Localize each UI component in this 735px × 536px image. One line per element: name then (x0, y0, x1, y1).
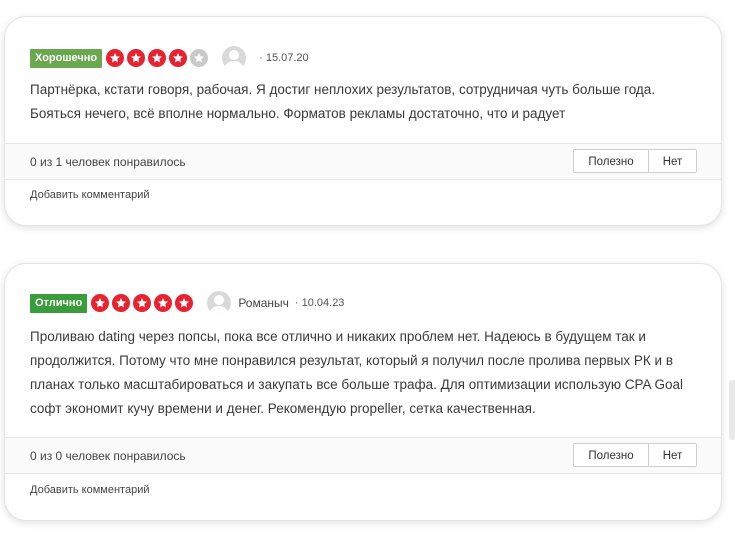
star-icon (154, 294, 173, 312)
vote-buttons: Полезно Нет (573, 443, 697, 467)
helpful-button[interactable]: Полезно (573, 443, 649, 467)
review-date: · 10.04.23 (294, 297, 345, 309)
rating-badge: Отлично (30, 293, 88, 313)
star-icon (148, 49, 167, 67)
vote-count: 0 из 1 человек понравилось (30, 155, 186, 169)
star-icon (190, 49, 209, 67)
review-card: Отлично Романыч · 10.04.23 Проливаю dati… (4, 263, 722, 521)
vote-count: 0 из 0 человек понравилось (30, 449, 186, 463)
vote-row: 0 из 1 человек понравилось Полезно Нет (5, 143, 721, 180)
star-icon (175, 294, 194, 312)
star-icon (91, 294, 110, 312)
not-helpful-button[interactable]: Нет (649, 149, 697, 173)
avatar (222, 46, 247, 70)
review-card: Хорошечно · 15.07.20 Партнёрка, кстати г… (4, 16, 722, 226)
vote-buttons: Полезно Нет (573, 149, 697, 173)
review-date: · 15.07.20 (259, 52, 309, 64)
review-text: Партнёрка, кстати говоря, рабочая. Я дос… (30, 82, 656, 121)
author-name[interactable]: Романыч (238, 296, 289, 310)
helpful-button[interactable]: Полезно (573, 149, 649, 173)
add-comment-link[interactable]: Добавить комментарий (30, 484, 149, 496)
star-icon (112, 294, 131, 312)
star-icon (169, 49, 188, 67)
rating-badge: Хорошечно (30, 48, 103, 68)
add-comment-link[interactable]: Добавить комментарий (30, 189, 149, 201)
avatar (207, 291, 232, 315)
scrollbar[interactable] (729, 380, 735, 440)
star-icon (133, 294, 152, 312)
review-header: Отлично Романыч · 10.04.23 (30, 288, 344, 318)
star-icon (127, 49, 146, 67)
not-helpful-button[interactable]: Нет (649, 443, 697, 467)
star-rating (106, 49, 209, 67)
star-rating (91, 294, 194, 312)
star-icon (106, 49, 125, 67)
review-header: Хорошечно · 15.07.20 (30, 43, 309, 73)
review-text: Проливаю dating через попсы, пока все от… (30, 329, 684, 416)
vote-row: 0 из 0 человек понравилось Полезно Нет (5, 437, 721, 474)
